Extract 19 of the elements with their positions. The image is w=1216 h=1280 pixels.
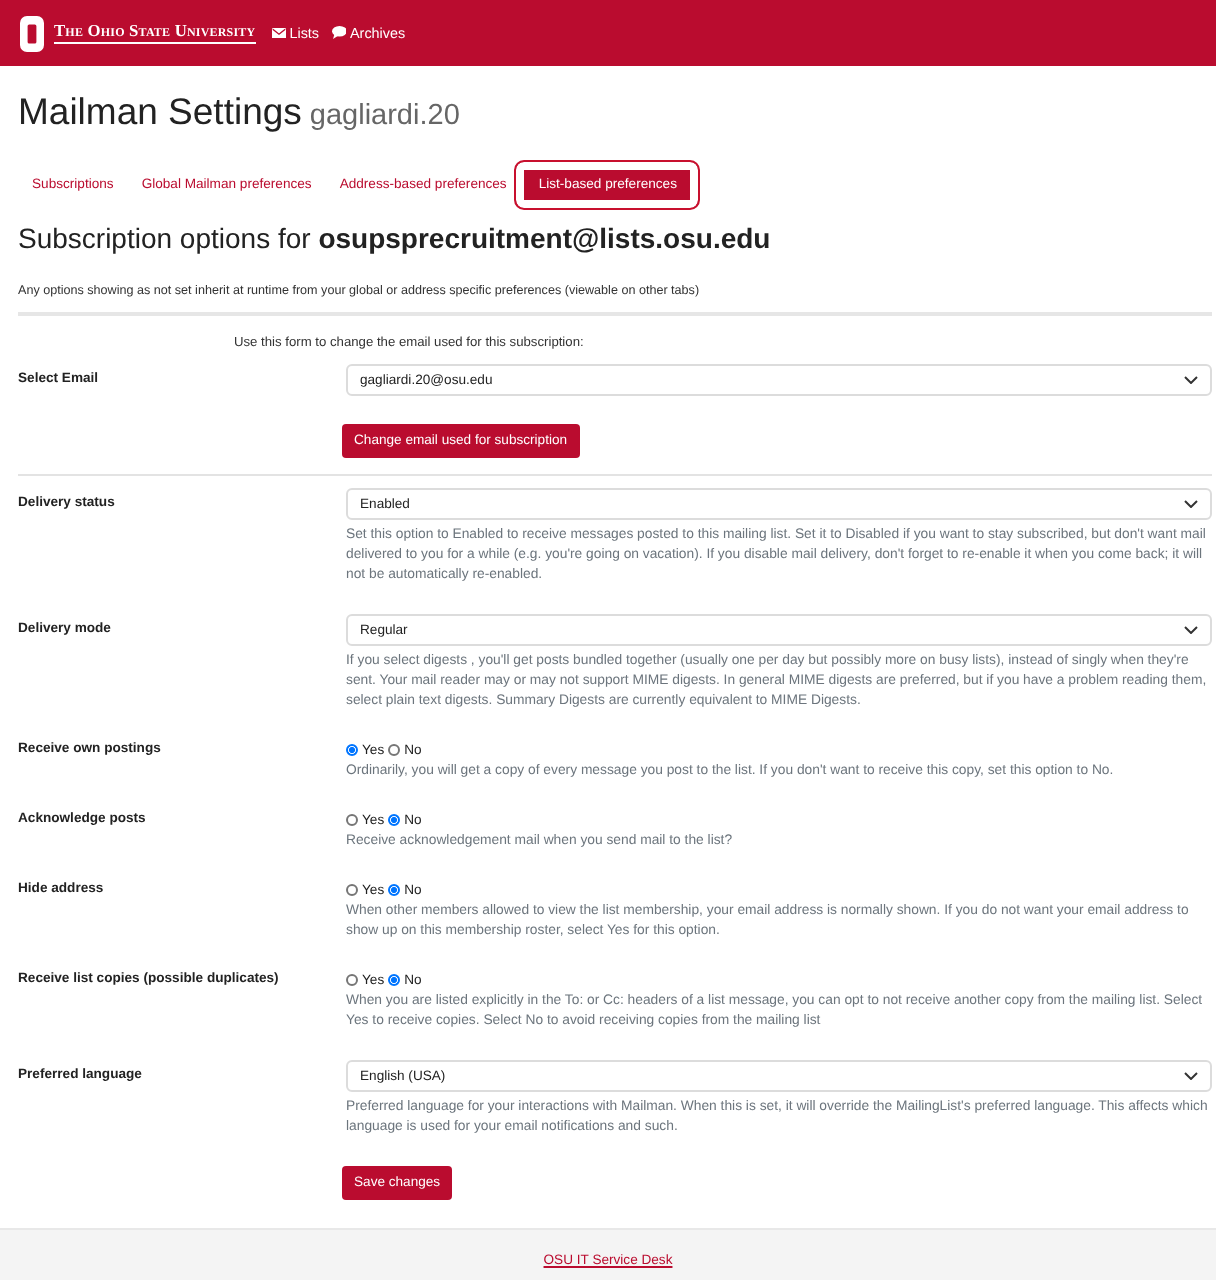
- radio-button[interactable]: [346, 884, 358, 896]
- radio-button[interactable]: [346, 974, 358, 986]
- speech-bubble-icon: [331, 26, 346, 40]
- page-title: Mailman Settings: [18, 90, 302, 134]
- chevron-down-icon: [1184, 375, 1198, 385]
- block-o-logo-icon: [20, 15, 44, 51]
- chevron-down-icon: [1184, 625, 1198, 635]
- radio-button[interactable]: [346, 814, 358, 826]
- radio-button[interactable]: [346, 744, 358, 756]
- radio-button[interactable]: [388, 744, 401, 756]
- chevron-down-icon: [1184, 499, 1198, 509]
- radio-button[interactable]: [388, 814, 401, 826]
- radio-button[interactable]: [388, 884, 401, 896]
- chevron-down-icon: [1184, 1071, 1198, 1081]
- university-wordmark[interactable]: The Ohio State University: [54, 22, 256, 44]
- section-heading: Subscription options for osupsprecruitment@lists.osu.edu: [18, 220, 773, 256]
- radio-button[interactable]: [388, 974, 401, 986]
- username: gagliardi.20: [309, 98, 460, 136]
- envelope-icon: [271, 27, 286, 39]
